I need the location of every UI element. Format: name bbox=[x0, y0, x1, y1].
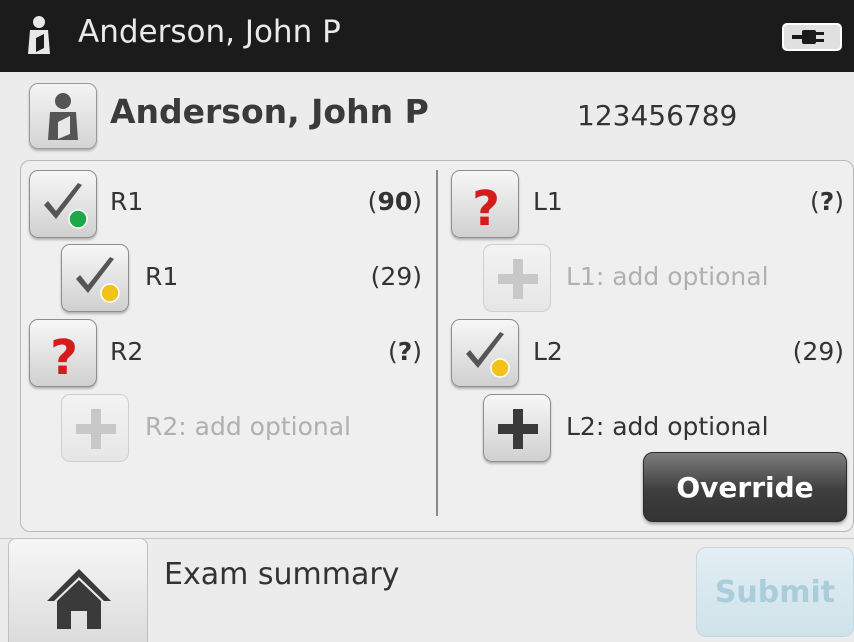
l1-label: L1 bbox=[533, 187, 563, 216]
r2-value: (?) bbox=[387, 337, 422, 366]
question-icon: ? bbox=[50, 330, 78, 386]
r1-sub-value: (29) bbox=[370, 262, 422, 291]
plus-icon bbox=[498, 259, 538, 299]
l1-value: (?) bbox=[809, 187, 844, 216]
status-dot-yellow bbox=[100, 283, 120, 303]
override-button[interactable]: Override bbox=[643, 452, 847, 522]
home-button[interactable] bbox=[8, 538, 148, 642]
r2-add-optional-button[interactable] bbox=[61, 394, 129, 462]
person-icon bbox=[48, 93, 78, 140]
r1-test-button[interactable] bbox=[29, 170, 97, 238]
l1-add-optional-button[interactable] bbox=[483, 244, 551, 312]
title-bar: Anderson, John P bbox=[0, 0, 854, 72]
window-title: Anderson, John P bbox=[78, 14, 341, 50]
r1-label: R1 bbox=[110, 187, 144, 216]
power-plug-icon bbox=[782, 23, 842, 51]
home-icon bbox=[47, 569, 111, 629]
r2-label: R2 bbox=[110, 337, 144, 366]
l2-test-button[interactable] bbox=[451, 319, 519, 387]
submit-button[interactable]: Submit bbox=[696, 547, 854, 637]
r2-test-button[interactable]: ? bbox=[29, 319, 97, 387]
status-dot-yellow bbox=[490, 358, 510, 378]
patient-name: Anderson, John P bbox=[110, 92, 429, 131]
plus-icon bbox=[76, 409, 116, 449]
l2-add-optional-button[interactable] bbox=[483, 394, 551, 462]
patient-avatar-button[interactable] bbox=[29, 83, 97, 149]
plus-icon bbox=[498, 409, 538, 449]
panel-divider bbox=[436, 170, 438, 516]
r1-sub-test-button[interactable] bbox=[61, 244, 129, 312]
l2-add-optional-label: L2: add optional bbox=[566, 412, 769, 441]
question-icon: ? bbox=[472, 181, 500, 237]
person-icon bbox=[26, 14, 54, 58]
r1-value: (90) bbox=[367, 187, 422, 216]
l1-test-button[interactable]: ? bbox=[451, 170, 519, 238]
exam-summary-label: Exam summary bbox=[164, 557, 400, 592]
r2-add-optional-label: R2: add optional bbox=[145, 412, 351, 441]
l2-label: L2 bbox=[533, 337, 563, 366]
l2-value: (29) bbox=[792, 337, 844, 366]
status-dot-green bbox=[68, 209, 88, 229]
r1-sub-label: R1 bbox=[145, 262, 179, 291]
patient-id: 123456789 bbox=[577, 99, 738, 132]
l1-add-optional-label: L1: add optional bbox=[566, 262, 769, 291]
